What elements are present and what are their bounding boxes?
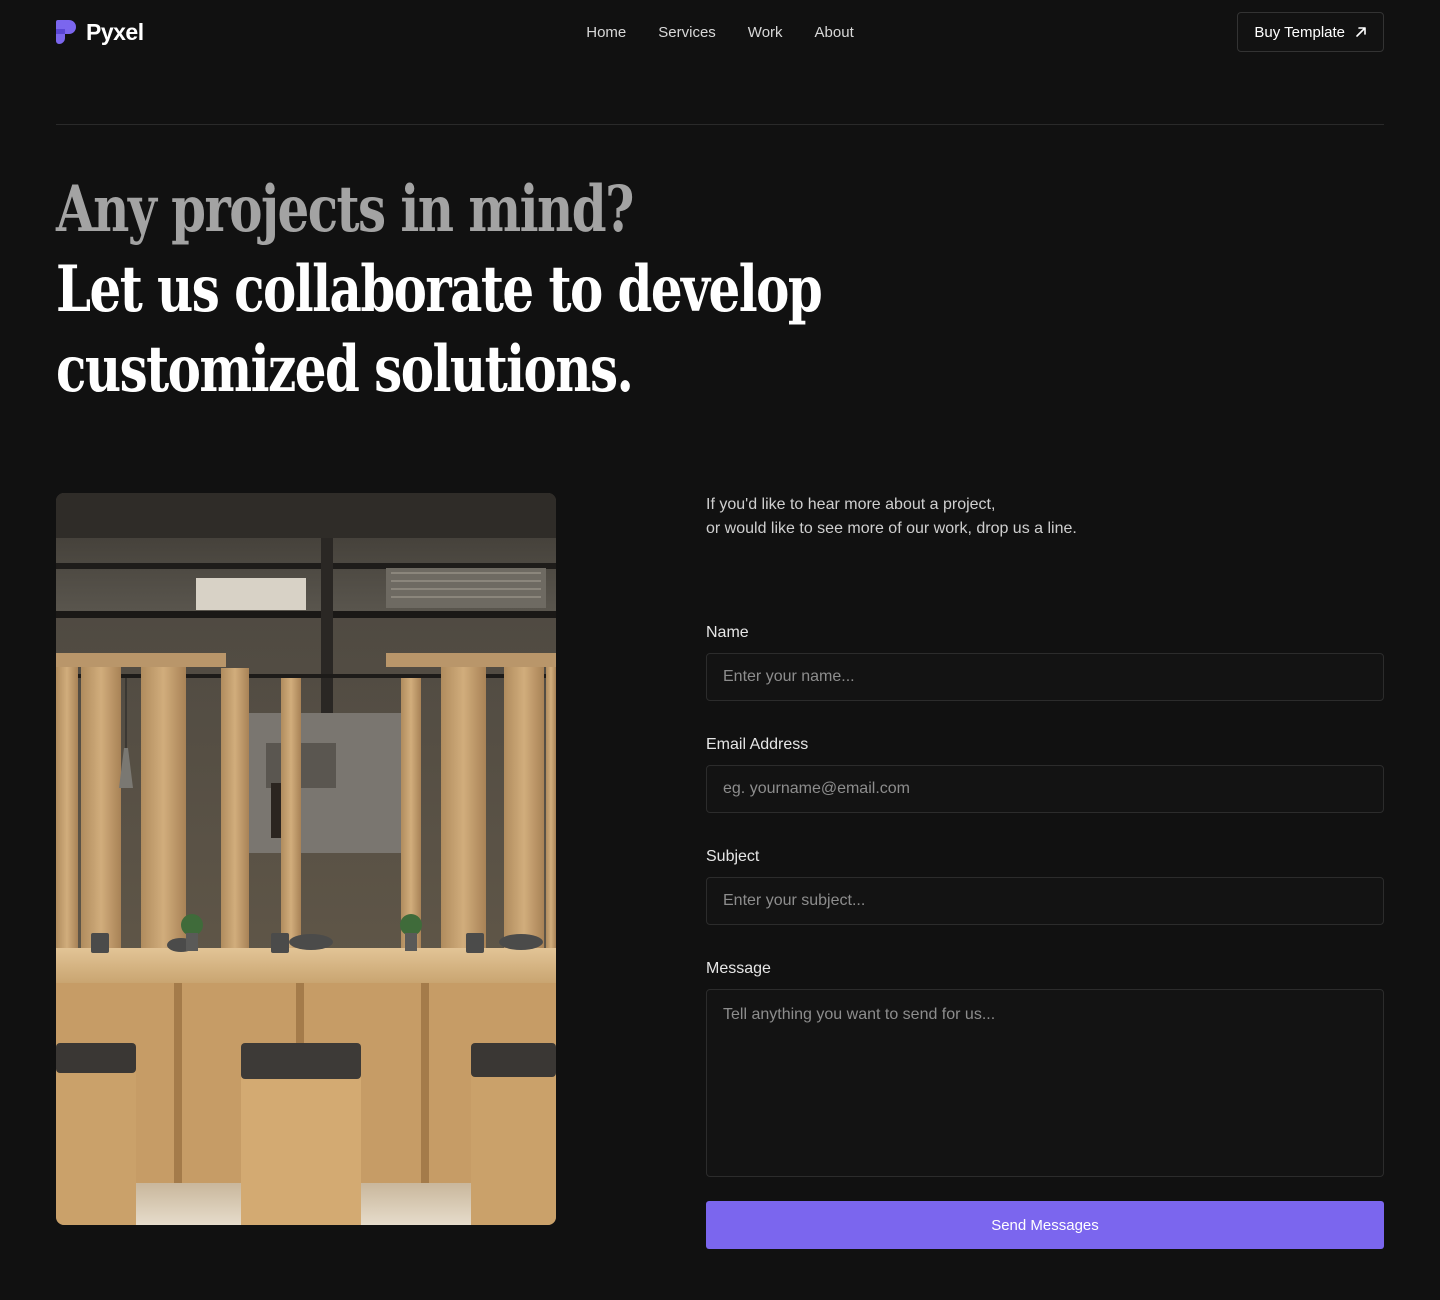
- buy-template-label: Buy Template: [1254, 23, 1345, 41]
- pyxel-logo-icon: [56, 20, 76, 44]
- buy-template-button[interactable]: Buy Template: [1237, 12, 1384, 52]
- arrow-up-right-icon: [1356, 27, 1366, 37]
- brand-name: Pyxel: [86, 18, 144, 45]
- intro-line-2: or would like to see more of our work, d…: [706, 520, 1077, 537]
- name-label: Name: [706, 624, 749, 641]
- nav-work[interactable]: Work: [748, 24, 783, 41]
- logo[interactable]: Pyxel: [56, 19, 144, 46]
- hero-line-1: Any projects in mind?: [56, 172, 634, 247]
- message-label: Message: [706, 960, 771, 977]
- message-textarea[interactable]: [706, 989, 1384, 1177]
- nav-services[interactable]: Services: [658, 24, 716, 41]
- intro-line-1: If you'd like to hear more about a proje…: [706, 496, 996, 513]
- name-input[interactable]: [706, 653, 1384, 701]
- nav-home[interactable]: Home: [586, 24, 626, 41]
- contact-page: Pyxel Home Services Work About Buy Templ…: [0, 0, 1440, 1300]
- send-messages-button[interactable]: Send Messages: [706, 1201, 1384, 1249]
- hero-line-2: Let us collaborate to develop: [56, 252, 823, 327]
- restaurant-interior-image: [56, 493, 556, 1225]
- subject-label: Subject: [706, 848, 760, 865]
- contact-form: Name Email Address Subject Message Send …: [706, 622, 1384, 1249]
- email-label: Email Address: [706, 736, 809, 753]
- email-input[interactable]: [706, 765, 1384, 813]
- contact-intro: If you'd like to hear more about a proje…: [706, 493, 1306, 541]
- header-divider: [56, 124, 1384, 125]
- hero-heading: Any projects in mind? Let us collaborate…: [56, 170, 956, 410]
- site-header: Pyxel Home Services Work About Buy Templ…: [56, 0, 1384, 64]
- nav-about[interactable]: About: [815, 24, 854, 41]
- hero-line-3: customized solutions.: [56, 332, 634, 407]
- subject-input[interactable]: [706, 877, 1384, 925]
- main-nav: Home Services Work About: [586, 0, 853, 64]
